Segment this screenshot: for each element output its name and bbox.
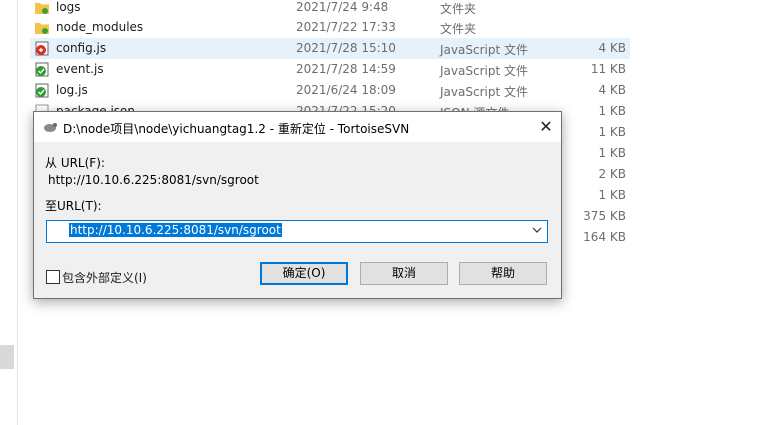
file-date: 2021/7/24 9:48 — [296, 0, 389, 14]
file-name: log.js — [56, 83, 88, 97]
dialog-title: D:\node项目\node\yichuangtag1.2 - 重新定位 - T… — [63, 122, 410, 136]
navigation-pane-divider — [17, 0, 18, 425]
file-size: 11 KB — [590, 62, 626, 76]
file-date: 2021/7/28 15:10 — [296, 41, 396, 55]
file-row[interactable]: log.js 2021/6/24 18:09 JavaScript 文件 4 K… — [30, 80, 630, 101]
file-row[interactable]: logs 2021/7/24 9:48 文件夹 — [30, 0, 630, 18]
file-type: JavaScript 文件 — [440, 64, 528, 78]
file-size: 1 KB — [598, 104, 626, 118]
help-button[interactable]: 帮助 — [459, 262, 547, 285]
file-size: 1 KB — [598, 125, 626, 139]
file-size: 4 KB — [598, 83, 626, 97]
file-row[interactable]: event.js 2021/7/28 14:59 JavaScript 文件 1… — [30, 59, 630, 80]
file-size: 4 KB — [598, 41, 626, 55]
file-name: logs — [56, 0, 81, 14]
file-size: 164 KB — [583, 230, 626, 244]
dialog-titlebar[interactable]: D:\node项目\node\yichuangtag1.2 - 重新定位 - T… — [34, 112, 561, 142]
close-button[interactable]: ✕ — [531, 112, 561, 142]
tortoisesvn-icon — [44, 123, 57, 132]
file-type: JavaScript 文件 — [440, 85, 528, 99]
close-icon: ✕ — [539, 117, 553, 136]
nav-scrollbar-thumb[interactable] — [0, 345, 14, 369]
file-type: JavaScript 文件 — [440, 43, 528, 57]
file-row-selected[interactable]: config.js 2021/7/28 15:10 JavaScript 文件 … — [30, 38, 630, 59]
folder-icon — [35, 23, 49, 34]
svn-modified-js-icon — [35, 41, 49, 56]
folder-icon — [35, 3, 49, 14]
file-date: 2021/7/28 14:59 — [296, 62, 396, 76]
file-date: 2021/6/24 18:09 — [296, 83, 396, 97]
to-url-label: 至URL(T): — [45, 199, 102, 213]
svn-normal-js-icon — [35, 83, 49, 98]
to-url-input[interactable]: http://10.10.6.225:8081/svn/sgroot — [69, 223, 282, 237]
ok-button[interactable]: 确定(O) — [260, 262, 348, 285]
chevron-down-icon[interactable] — [531, 224, 543, 236]
from-url-label: 从 URL(F): — [45, 156, 105, 170]
file-row[interactable]: node_modules 2021/7/22 17:33 文件夹 — [30, 17, 630, 38]
include-externals-checkbox[interactable] — [46, 270, 60, 284]
file-date: 2021/7/22 17:33 — [296, 20, 396, 34]
file-size: 1 KB — [598, 146, 626, 160]
file-type: 文件夹 — [440, 2, 477, 16]
relocate-dialog: D:\node项目\node\yichuangtag1.2 - 重新定位 - T… — [33, 111, 562, 299]
file-size: 2 KB — [598, 167, 626, 181]
file-name: node_modules — [56, 20, 144, 34]
to-url-combobox[interactable]: http://10.10.6.225:8081/svn/sgroot — [46, 220, 548, 243]
file-size: 1 KB — [598, 188, 626, 202]
cancel-button[interactable]: 取消 — [360, 262, 448, 285]
file-type: 文件夹 — [440, 22, 477, 36]
from-url-value: http://10.10.6.225:8081/svn/sgroot — [48, 173, 259, 187]
file-name: config.js — [56, 41, 107, 55]
file-name: event.js — [56, 62, 104, 76]
include-externals-label[interactable]: 包含外部定义(I) — [62, 269, 147, 286]
svn-normal-js-icon — [35, 62, 49, 77]
file-size: 375 KB — [583, 209, 626, 223]
